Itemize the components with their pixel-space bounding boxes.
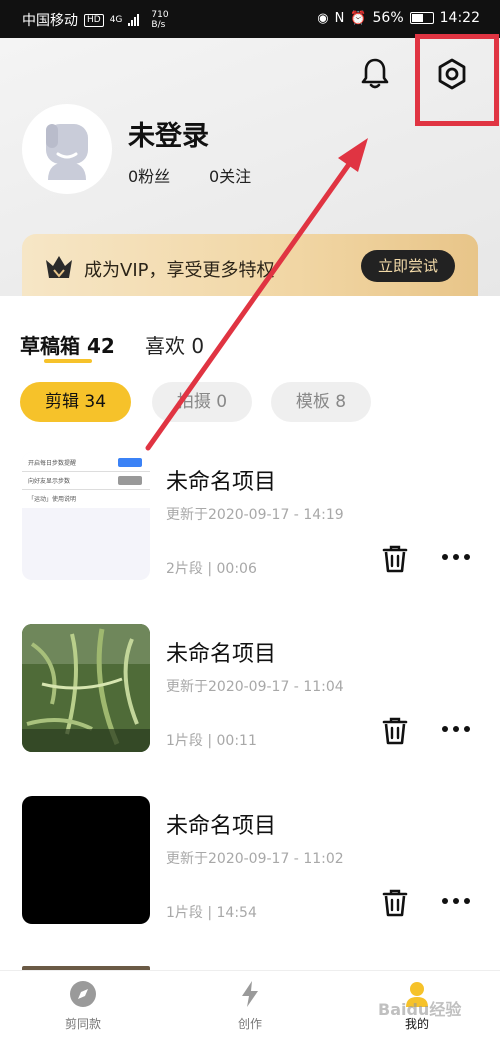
toggle-off-icon — [118, 476, 142, 485]
toggle-on-icon — [118, 458, 142, 467]
chip-edit[interactable]: 剪辑 34 — [20, 382, 131, 422]
thumbnail-row: 开启每日步数提醒 — [28, 460, 77, 467]
carrier-label: 中国移动 — [22, 13, 78, 29]
signal-icon — [128, 14, 140, 26]
vip-banner[interactable]: 成为VIP，享受更多特权 立即尝试 — [22, 234, 478, 298]
try-now-button[interactable]: 立即尝试 — [361, 250, 455, 282]
network-speed: 710 B/s — [151, 10, 169, 30]
compass-icon — [70, 981, 96, 1007]
project-meta: 1片段 | 14:54 — [166, 905, 257, 921]
lightning-icon — [242, 981, 258, 1007]
trash-icon[interactable] — [381, 888, 409, 918]
project-title[interactable]: 未命名项目 — [166, 808, 276, 840]
project-title[interactable]: 未命名项目 — [166, 464, 276, 496]
settings-highlight-box — [415, 34, 499, 126]
crown-icon — [46, 256, 72, 278]
more-icon[interactable] — [441, 896, 471, 906]
nav-item-create[interactable]: 创作 — [190, 971, 310, 1038]
nav-label: 剪同款 — [64, 1017, 101, 1031]
avatar[interactable] — [22, 104, 112, 194]
battery-fill — [411, 14, 423, 22]
trash-icon[interactable] — [381, 716, 409, 746]
thumbnail-row: 「运动」使用说明 — [28, 496, 77, 503]
bamboo-image — [22, 624, 150, 752]
clock: 14:22 — [439, 10, 480, 26]
eye-icon: ◉ — [317, 10, 329, 26]
project-updated-time: 更新于2020-09-17 - 11:04 — [166, 679, 344, 695]
chip-shoot[interactable]: 拍摄 0 — [152, 382, 252, 422]
watermark: Baidu经验 — [378, 1000, 462, 1019]
battery-icon — [409, 12, 434, 24]
divider — [22, 489, 150, 490]
default-avatar-icon — [46, 124, 88, 180]
thumbnail-row: 向好友显示步数 — [28, 478, 71, 485]
project-title[interactable]: 未命名项目 — [166, 636, 276, 668]
nfc-icon: N — [334, 10, 345, 26]
more-icon[interactable] — [441, 724, 471, 734]
nav-item-template[interactable]: 剪同款 — [23, 971, 143, 1038]
username[interactable]: 未登录 — [128, 114, 209, 153]
project-updated-time: 更新于2020-09-17 - 11:02 — [166, 851, 344, 867]
battery-percent: 56% — [372, 10, 404, 26]
hd-badge: HD — [84, 13, 104, 27]
chip-template[interactable]: 模板 8 — [271, 382, 371, 422]
project-item[interactable]: 开启每日步数提醒 向好友显示步数 「运动」使用说明 未命名项目 更新于2020-… — [0, 452, 500, 612]
following-count[interactable]: 0关注 — [209, 163, 251, 187]
active-tab-indicator — [44, 359, 92, 363]
fans-count[interactable]: 0粉丝 — [128, 163, 170, 187]
divider — [22, 471, 150, 472]
project-meta: 2片段 | 00:06 — [166, 561, 257, 577]
alarm-icon: ⏰ — [350, 10, 367, 26]
network-type: 4G — [109, 15, 123, 25]
project-thumbnail[interactable]: 开启每日步数提醒 向好友显示步数 「运动」使用说明 — [22, 452, 150, 580]
project-updated-time: 更新于2020-09-17 - 14:19 — [166, 507, 344, 523]
more-icon[interactable] — [441, 552, 471, 562]
project-meta: 1片段 | 00:11 — [166, 733, 257, 749]
tab-drafts[interactable]: 草稿箱 42 — [20, 330, 115, 359]
status-bar: 中国移动 HD 4G 710 B/s ◉ N ⏰ 56% 14:22 — [0, 0, 500, 38]
project-thumbnail[interactable] — [22, 796, 150, 924]
tab-likes[interactable]: 喜欢 0 — [145, 330, 204, 359]
project-thumbnail[interactable] — [22, 624, 150, 752]
project-item[interactable]: 未命名项目 更新于2020-09-17 - 11:02 1片段 | 14:54 — [0, 796, 500, 956]
trash-icon[interactable] — [381, 544, 409, 574]
nav-label: 创作 — [237, 1017, 262, 1031]
vip-promo-text: 成为VIP，享受更多特权 — [84, 260, 275, 281]
bell-icon[interactable] — [360, 56, 390, 90]
project-item[interactable]: 未命名项目 更新于2020-09-17 - 11:04 1片段 | 00:11 — [0, 624, 500, 784]
